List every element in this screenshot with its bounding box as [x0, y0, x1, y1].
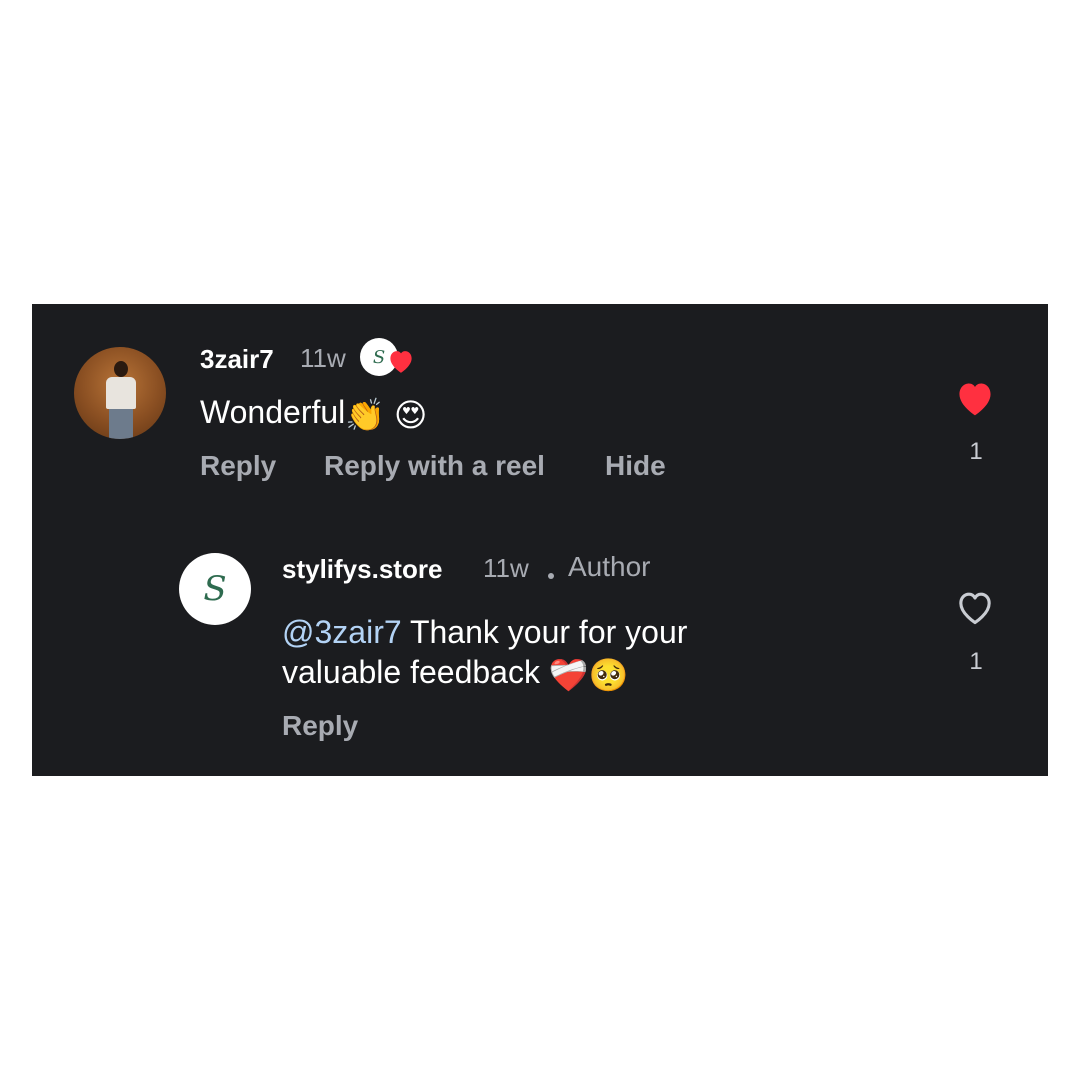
mention-link[interactable]: @3zair7: [282, 614, 402, 650]
reply-with-reel-button[interactable]: Reply with a reel: [324, 450, 545, 482]
like-heart-outline-icon[interactable]: [954, 588, 996, 626]
comment-text: Wonderful👏 😍: [200, 392, 427, 435]
avatar-figure-head: [114, 361, 128, 377]
separator-dot: [548, 573, 554, 579]
mending-heart-emoji: ❤️‍🩹: [548, 656, 589, 693]
reply-button[interactable]: Reply: [282, 710, 358, 742]
small-heart-icon: [390, 351, 412, 373]
avatar-figure-legs: [109, 409, 133, 439]
stylifys-logo-icon: S: [203, 569, 227, 609]
avatar[interactable]: [74, 347, 166, 439]
hide-button[interactable]: Hide: [605, 450, 666, 482]
comment-timestamp: 11w: [300, 343, 346, 373]
avatar[interactable]: S: [179, 553, 251, 625]
heart-eyes-emoji: 😍: [394, 396, 428, 433]
comment-text-content: Wonderful: [200, 394, 346, 430]
reply-text: @3zair7 Thank your for your valuable fee…: [282, 612, 902, 695]
pleading-face-emoji: 🥺: [588, 656, 629, 693]
comment-username[interactable]: 3zair7: [200, 344, 274, 375]
reply-button[interactable]: Reply: [200, 450, 276, 482]
author-heart-badge-icon: S: [360, 338, 420, 378]
comment-item: 3zair7 11w S Wonderful👏 😍 Reply Reply wi…: [32, 304, 1048, 504]
reply-text-line-2: valuable feedback ❤️‍🩹🥺: [282, 652, 902, 695]
avatar-figure-body: [106, 377, 136, 409]
reply-text-line1: Thank your for your: [409, 614, 688, 650]
reply-username[interactable]: stylifys.store: [282, 554, 442, 585]
like-heart-filled-icon[interactable]: [954, 379, 996, 417]
like-count: 1: [969, 438, 983, 465]
comments-panel: 3zair7 11w S Wonderful👏 😍 Reply Reply wi…: [32, 304, 1048, 776]
reply-text-line-1: @3zair7 Thank your for your: [282, 612, 902, 652]
reply-timestamp: 11w: [483, 553, 529, 583]
reply-text-line2: valuable feedback: [282, 654, 540, 690]
reply-item: S stylifys.store 11w Author @3zair7 Than…: [32, 524, 1048, 776]
like-count: 1: [969, 648, 983, 675]
author-label: Author: [568, 551, 651, 582]
clapping-hands-emoji: 👏: [345, 396, 386, 433]
